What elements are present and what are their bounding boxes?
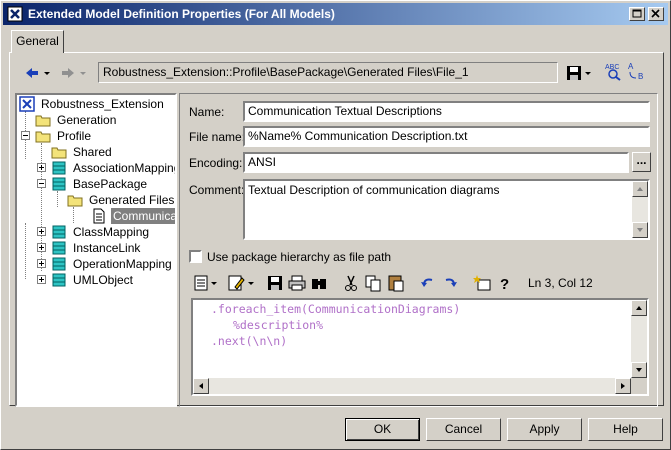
title-bar: Extended Model Definition Properties (Fo… (3, 3, 668, 25)
arrow-up-icon (637, 187, 643, 191)
scroll-left-button[interactable] (193, 378, 209, 394)
collapse-icon[interactable] (21, 131, 30, 140)
redo-button[interactable] (440, 273, 460, 293)
expand-icon[interactable] (37, 243, 46, 252)
sort-az-button[interactable]: A B (626, 61, 650, 81)
comment-field[interactable]: Textual Description of communication dia… (243, 179, 650, 240)
filename-label: File name: (189, 130, 246, 144)
app-icon (7, 6, 23, 22)
class-icon (52, 177, 66, 191)
encoding-field[interactable]: ANSI (243, 152, 629, 173)
class-icon (52, 225, 66, 239)
code-line-3: .next(\n\n) (211, 334, 288, 348)
folder-icon (35, 115, 51, 127)
expand-icon[interactable] (37, 259, 46, 268)
properties-menu-button[interactable] (193, 273, 221, 293)
tab-general[interactable]: General (11, 30, 64, 53)
scroll-down-button[interactable] (631, 362, 647, 378)
file-icon (93, 208, 105, 224)
insert-macro-button[interactable] (473, 273, 493, 293)
chevron-down-icon (80, 72, 86, 75)
maximize-button[interactable] (629, 7, 645, 21)
undo-button[interactable] (418, 273, 438, 293)
chevron-down-icon (44, 72, 50, 75)
edit-menu-button[interactable] (227, 273, 257, 293)
chevron-down-icon (248, 282, 254, 285)
name-label: Name: (189, 105, 225, 119)
expand-icon[interactable] (37, 275, 46, 284)
copy-button[interactable] (363, 273, 383, 293)
scroll-down-button[interactable] (632, 222, 648, 238)
cursor-position: Ln 3, Col 12 (528, 276, 593, 290)
insert-icon (477, 279, 491, 291)
comment-scrollbar[interactable] (632, 181, 648, 238)
cancel-button[interactable]: Cancel (426, 418, 501, 441)
encoding-label: Encoding: (189, 156, 243, 170)
chevron-down-icon (585, 72, 591, 75)
arrow-left-icon (199, 383, 203, 389)
model-icon (19, 96, 35, 112)
encoding-browse-button[interactable]: ... (632, 152, 651, 172)
package-hierarchy-checkbox[interactable] (189, 250, 202, 263)
svg-text:B: B (638, 72, 643, 81)
ok-button[interactable]: OK (345, 418, 420, 441)
print-button[interactable] (287, 273, 307, 293)
forward-arrow-icon (62, 68, 74, 78)
editor-hscrollbar[interactable] (193, 378, 631, 394)
chevron-down-icon (211, 282, 217, 285)
comment-label: Comment: (189, 183, 245, 197)
editor-vscrollbar[interactable] (631, 300, 647, 378)
find-button[interactable] (309, 273, 329, 293)
save-button[interactable] (565, 63, 595, 83)
scroll-corner (631, 378, 647, 394)
definition-tree[interactable]: Robustness_Extension Generation Profile … (15, 93, 177, 407)
window-title: Extended Model Definition Properties (Fo… (28, 7, 335, 21)
filename-field[interactable]: %Name% Communication Description.txt (243, 126, 650, 147)
folder-open-icon (35, 131, 51, 143)
back-button[interactable] (23, 63, 53, 83)
path-field[interactable]: Robustness_Extension::Profile\BasePackag… (98, 62, 558, 83)
scroll-right-button[interactable] (615, 378, 631, 394)
paste-button[interactable] (386, 273, 406, 293)
scroll-up-button[interactable] (631, 300, 647, 316)
name-field[interactable]: Communication Textual Descriptions (243, 101, 650, 122)
sort-az-icon: A (628, 62, 634, 71)
arrow-down-icon (637, 228, 643, 232)
expand-icon[interactable] (37, 163, 46, 172)
template-editor[interactable]: .foreach_item(CommunicationDiagrams) %de… (191, 298, 649, 396)
scroll-up-button[interactable] (632, 181, 648, 197)
expand-icon[interactable] (37, 227, 46, 236)
close-button[interactable] (648, 7, 664, 21)
cut-button[interactable] (341, 273, 361, 293)
arrow-up-icon (636, 306, 642, 310)
forward-button[interactable] (59, 63, 91, 83)
arrow-right-icon (621, 383, 625, 389)
package-hierarchy-label: Use package hierarchy as file path (207, 250, 392, 264)
apply-button[interactable]: Apply (507, 418, 582, 441)
class-icon (52, 273, 66, 287)
maximize-icon (632, 9, 642, 18)
properties-dialog: Extended Model Definition Properties (Fo… (0, 0, 671, 450)
comment-text: Textual Description of communication dia… (248, 183, 500, 197)
editor-save-button[interactable] (265, 273, 285, 293)
print-icon (291, 275, 303, 282)
folder-icon (51, 147, 67, 159)
class-icon (52, 241, 66, 255)
close-icon (651, 9, 660, 18)
back-arrow-icon (26, 68, 38, 78)
scissors-icon (347, 275, 355, 286)
folder-icon (67, 195, 83, 207)
class-icon (52, 257, 66, 271)
arrow-down-icon (636, 368, 642, 372)
collapse-icon[interactable] (37, 179, 46, 188)
code-line-1: .foreach_item(CommunicationDiagrams) (211, 302, 461, 316)
spellcheck-button[interactable]: ABC (604, 61, 624, 81)
code-line-2: %description% (233, 318, 324, 332)
class-icon (52, 161, 66, 175)
help-toolbar-button[interactable]: ? (495, 273, 515, 293)
help-icon: ? (500, 276, 509, 293)
help-button[interactable]: Help (588, 418, 663, 441)
